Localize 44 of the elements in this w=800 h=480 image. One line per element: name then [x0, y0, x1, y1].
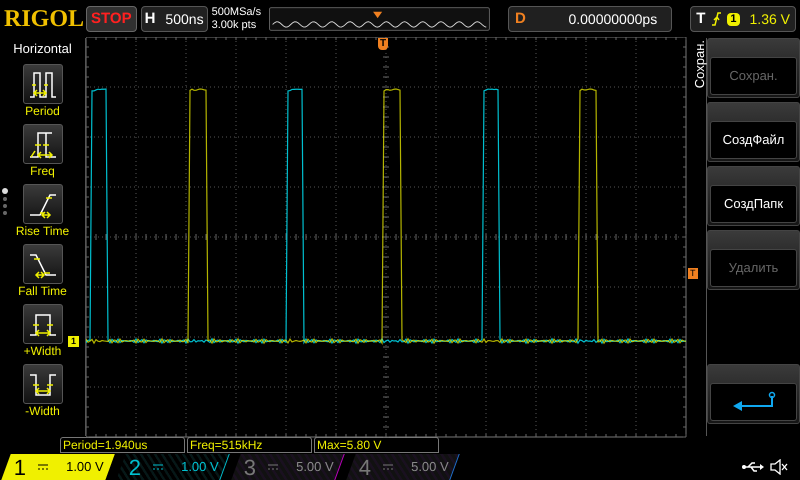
measure-button[interactable] — [22, 64, 62, 104]
measure-button[interactable] — [22, 304, 62, 344]
dc-coupling-icon — [268, 463, 278, 471]
usb-icon — [742, 461, 764, 473]
measurement-readout: Max=5.80 V — [314, 437, 439, 453]
horizontal-label: H — [144, 8, 156, 29]
softkey-button[interactable]: СоздФайл — [710, 121, 797, 159]
softkey-button[interactable]: СоздПапк — [710, 185, 797, 223]
sample-rate: 500MSa/s — [212, 6, 262, 19]
brand-logo: RIGOL — [4, 7, 82, 31]
dc-coupling-icon — [38, 463, 48, 471]
measure-button[interactable] — [22, 364, 62, 404]
channel-marker[interactable]: 1 — [68, 336, 80, 347]
channel-tab[interactable]: 1 1.00 V — [1, 454, 115, 480]
trigger-level-marker[interactable]: T — [688, 268, 698, 279]
delay-label: D — [514, 8, 526, 29]
measure-label: -Width — [25, 404, 60, 418]
measurement-readout: Period=1.940us — [60, 437, 185, 453]
memory-depth: 3.00k pts — [212, 19, 258, 32]
channel-tab[interactable]: 3 5.00 V — [231, 454, 345, 480]
menu-title: Сохран. — [691, 40, 706, 88]
measure-label: +Width — [24, 344, 62, 358]
measure-label: Rise Time — [16, 224, 70, 238]
measure-label: Period — [25, 104, 60, 118]
speaker-muted-icon — [770, 459, 788, 475]
measure-label: Fall Time — [18, 284, 67, 298]
trigger-source: 1 — [727, 12, 740, 26]
measure-button[interactable] — [22, 244, 62, 284]
menu-title: Horizontal — [13, 40, 72, 58]
measure-button[interactable] — [22, 184, 62, 224]
channel-tab[interactable]: 2 1.00 V — [116, 454, 230, 480]
back-button[interactable] — [710, 383, 797, 421]
trigger-position-marker[interactable]: T — [378, 38, 388, 50]
trigger-label: T — [696, 8, 706, 29]
dc-coupling-icon — [153, 463, 163, 471]
trigger-level: 1.36 V — [750, 10, 790, 28]
channel-tab[interactable]: 4 5.00 V — [346, 454, 460, 480]
measure-button[interactable] — [22, 124, 62, 164]
timebase-value: 500ns — [165, 10, 204, 28]
measure-label: Freq — [30, 164, 55, 178]
measurement-readout: Freq=515kHz — [187, 437, 312, 453]
dc-coupling-icon — [383, 463, 393, 471]
delay-value: 0.00000000ps — [568, 10, 658, 29]
rising-edge-icon — [711, 12, 722, 26]
